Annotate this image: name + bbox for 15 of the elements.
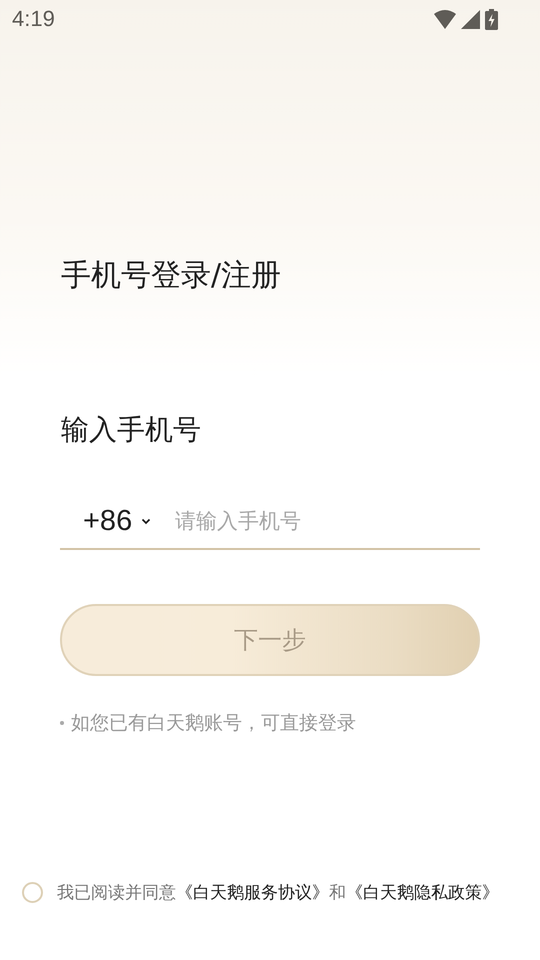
agreement-link[interactable]: 《白天鹅服务协议》 <box>176 883 329 903</box>
agreement-link[interactable]: 《白天鹅隐私政策》 <box>346 883 499 903</box>
chevron-down-icon <box>141 518 152 524</box>
bullet-icon <box>60 721 64 725</box>
phone-field[interactable]: +86 请输入手机号 <box>60 494 480 550</box>
wifi-icon <box>434 10 456 28</box>
status-time: 4:19 <box>12 6 55 32</box>
page-title: 手机号登录/注册 <box>61 257 282 295</box>
battery-icon <box>485 8 498 30</box>
signal-icon <box>461 10 480 28</box>
hint-text: 如您已有白天鹅账号，可直接登录 <box>71 711 356 736</box>
agreement-text: 我已阅读并同意《白天鹅服务协议》和《白天鹅隐私政策》 <box>57 882 499 904</box>
country-code-selector[interactable]: +86 <box>60 504 152 538</box>
agreement-checkbox[interactable] <box>22 882 43 903</box>
field-label: 输入手机号 <box>61 412 202 448</box>
